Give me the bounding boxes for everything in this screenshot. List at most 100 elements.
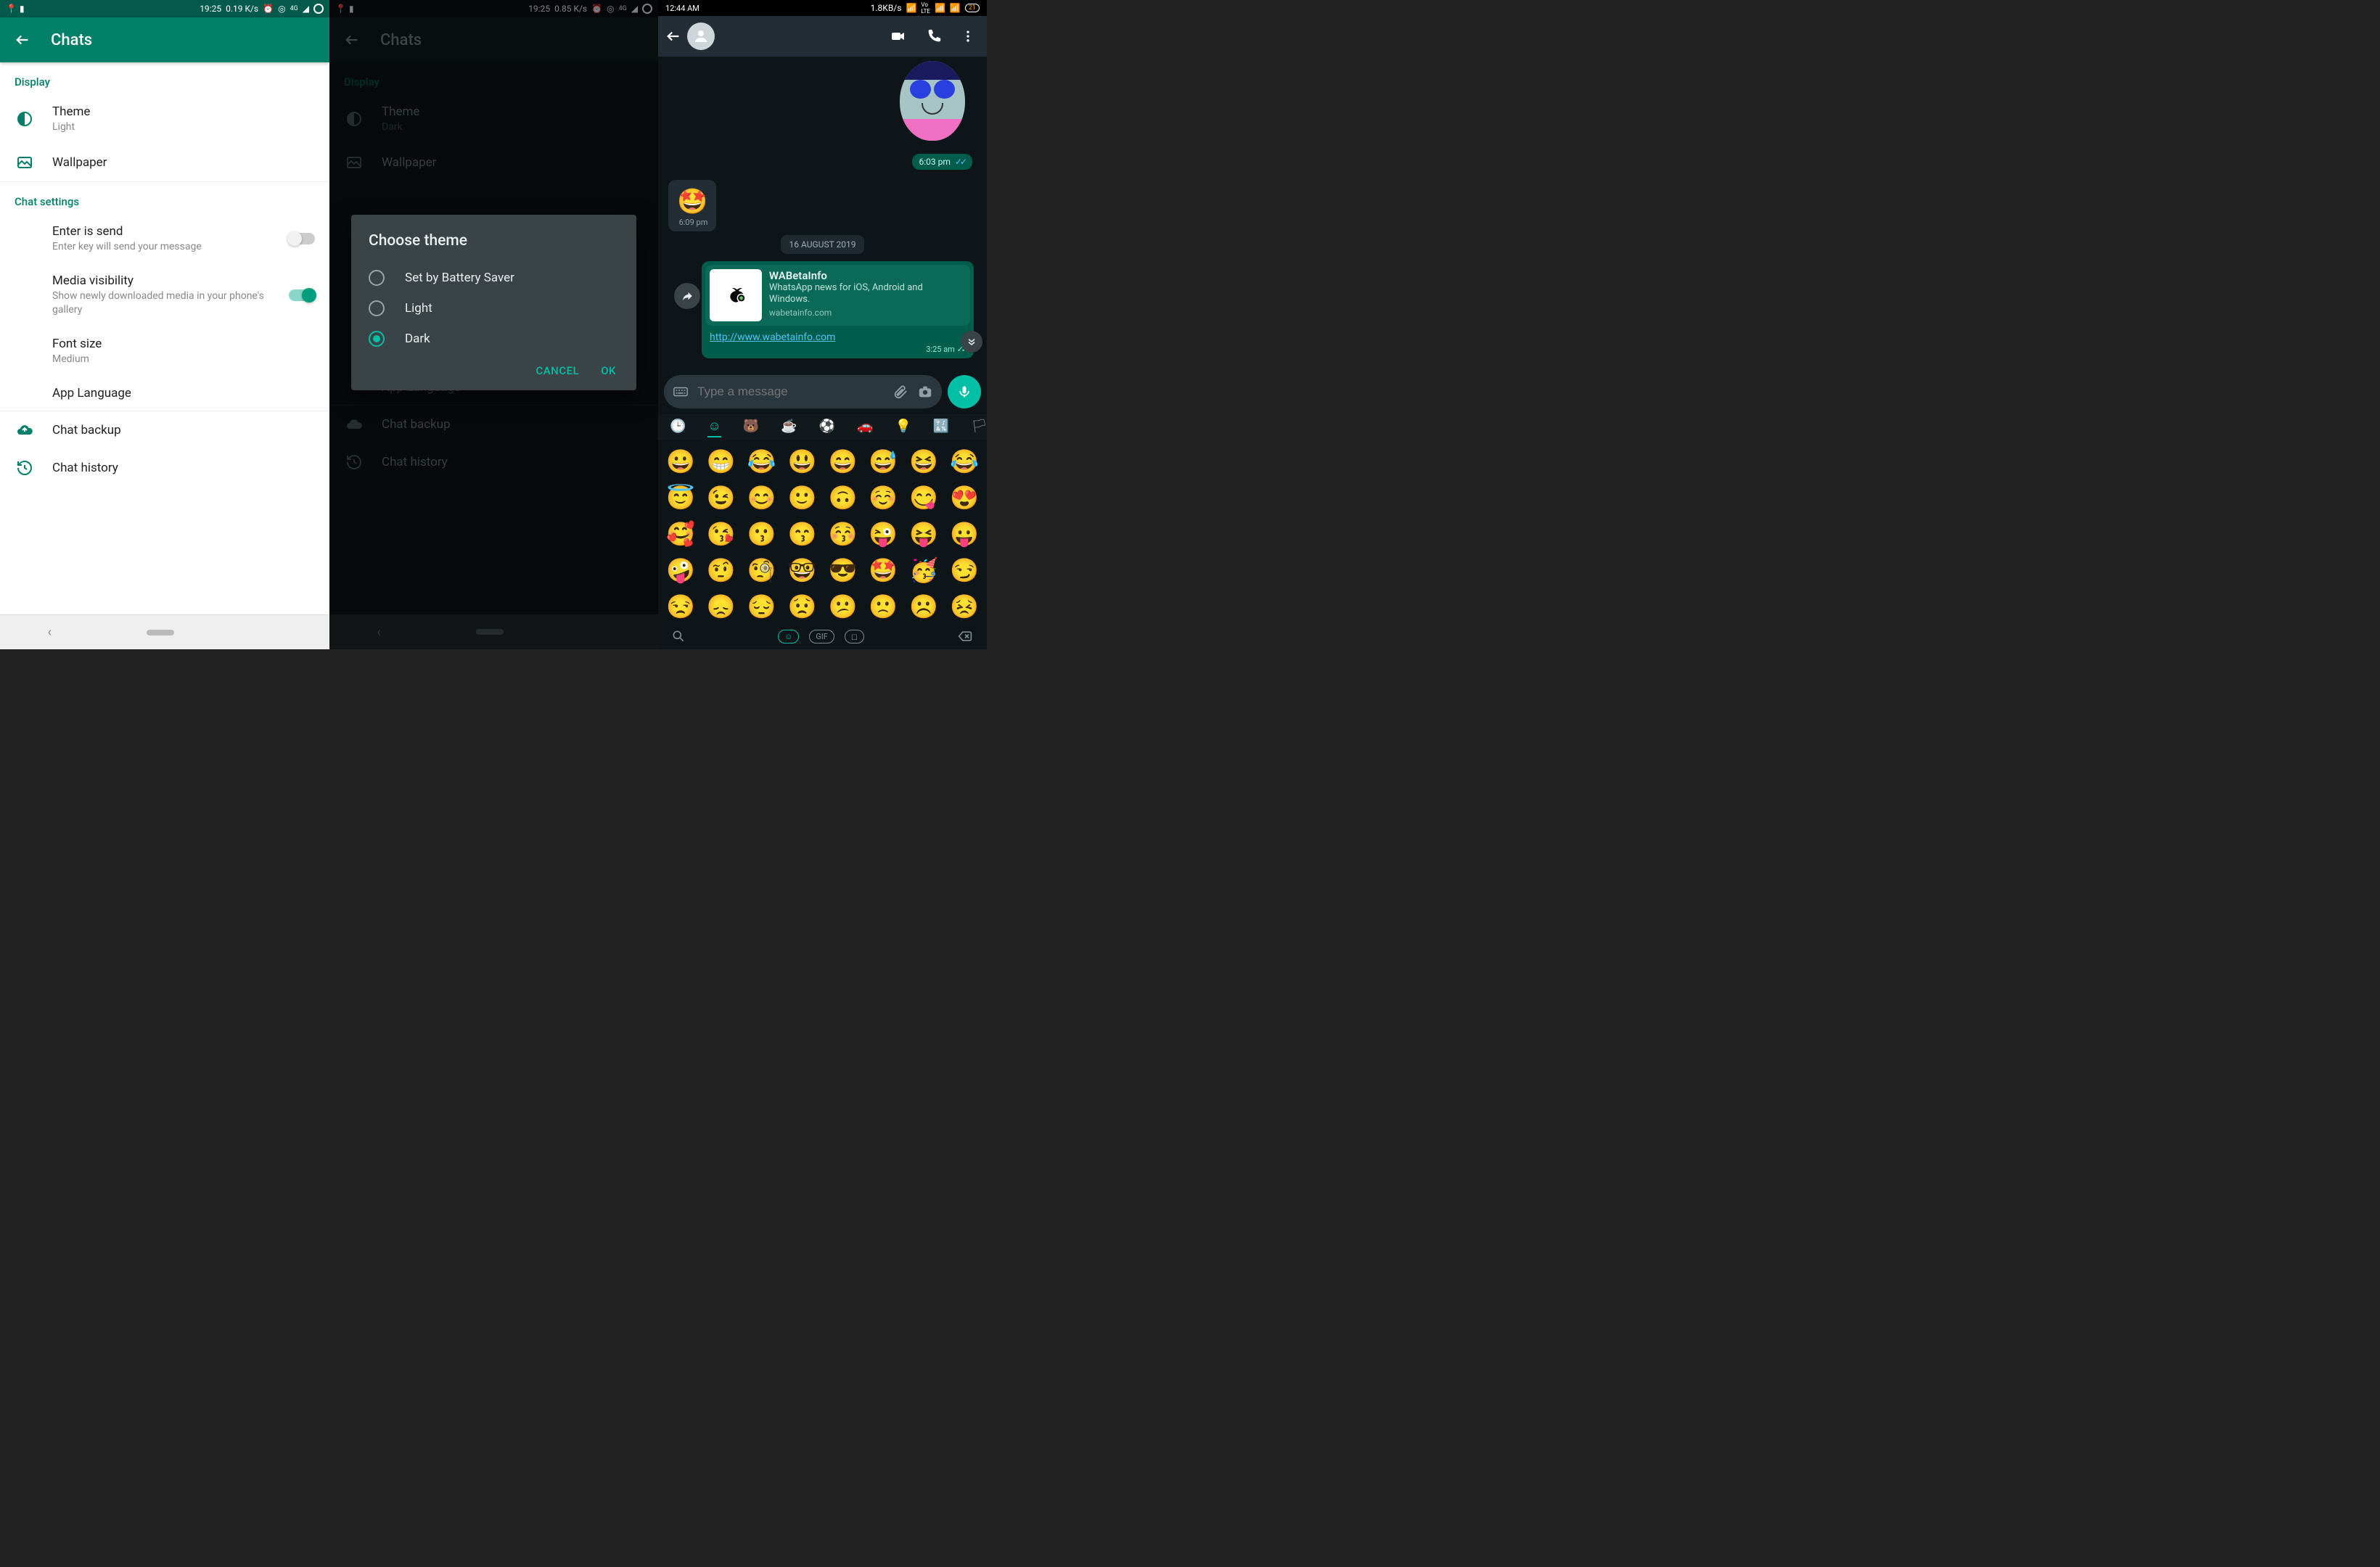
- gif-mode-button[interactable]: GIF: [809, 630, 834, 643]
- emoji-item[interactable]: 😝: [908, 520, 939, 548]
- tab-symbols-icon[interactable]: 🔣: [933, 419, 949, 437]
- location-icon: 📍: [6, 4, 17, 14]
- chat-history-row[interactable]: Chat history: [0, 449, 329, 487]
- message-input[interactable]: [697, 384, 884, 399]
- radio-icon[interactable]: [369, 270, 385, 286]
- tab-objects-icon[interactable]: 💡: [895, 419, 911, 437]
- forward-icon[interactable]: [674, 283, 700, 309]
- emoji-item[interactable]: 😂: [747, 448, 777, 475]
- nav-home-pill[interactable]: [147, 630, 174, 636]
- emoji-item[interactable]: 😍: [949, 484, 980, 511]
- nav-back-icon[interactable]: ‹: [48, 625, 52, 640]
- app-language-row[interactable]: App Language: [0, 376, 329, 411]
- ok-button[interactable]: OK: [601, 364, 616, 377]
- emoji-grid: 😀 😁 😂 😃 😄 😅 😆 😂 😇 😉 😊 🙂 🙃 ☺️ 😋 😍 🥰 😘 😗 😙 😚 😜 😝 😛 🤪 🤨 🧐 🤓 😎 🤩 🥳 😏 😒 😞 😔 😟 😕 🙁 ☹…: [658, 440, 987, 623]
- signal-icon: 📶: [935, 3, 945, 13]
- search-icon[interactable]: [671, 629, 686, 643]
- tab-smileys-icon[interactable]: ☺: [707, 419, 721, 437]
- enter-is-send-row[interactable]: Enter is send Enter key will send your m…: [0, 214, 329, 263]
- mic-button[interactable]: [948, 375, 981, 408]
- link-preview[interactable]: WABetaInfo WhatsApp news for iOS, Androi…: [705, 265, 970, 326]
- emoji-item[interactable]: 😄: [828, 448, 858, 475]
- circle-icon: [313, 4, 324, 14]
- incoming-message[interactable]: 🤩 6:09 pm: [668, 180, 716, 231]
- emoji-item[interactable]: 😂: [949, 448, 980, 475]
- emoji-item[interactable]: 🤩: [868, 556, 898, 584]
- emoji-mode-button[interactable]: ☺: [778, 630, 799, 643]
- more-icon[interactable]: [961, 28, 975, 45]
- back-icon[interactable]: [665, 28, 681, 44]
- emoji-item[interactable]: 😁: [706, 448, 736, 475]
- emoji-item[interactable]: 😘: [706, 520, 736, 548]
- emoji-item[interactable]: 🥰: [665, 520, 696, 548]
- wallpaper-row[interactable]: Wallpaper: [0, 144, 329, 181]
- emoji-item[interactable]: 🤪: [665, 556, 696, 584]
- attach-icon[interactable]: [892, 384, 908, 400]
- emoji-item[interactable]: 😕: [828, 593, 858, 620]
- backspace-icon[interactable]: [956, 629, 974, 643]
- emoji-item[interactable]: 😅: [868, 448, 898, 475]
- sticker-mode-button[interactable]: ◻: [845, 630, 864, 643]
- emoji-item[interactable]: 🤨: [706, 556, 736, 584]
- emoji-item[interactable]: ☹️: [908, 593, 939, 620]
- emoji-item[interactable]: 😋: [908, 484, 939, 511]
- radio-icon[interactable]: [369, 300, 385, 316]
- chat-body[interactable]: 6:03 pm ✓✓ 🤩 6:09 pm 16 AUGUST 2019 WABe…: [658, 57, 987, 369]
- voice-call-icon[interactable]: [926, 28, 942, 45]
- link-message[interactable]: WABetaInfo WhatsApp news for iOS, Androi…: [702, 261, 974, 358]
- emoji-item[interactable]: 😇: [665, 484, 696, 511]
- avatar[interactable]: [687, 22, 715, 50]
- emoji-item[interactable]: 😉: [706, 484, 736, 511]
- emoji-item[interactable]: 🤓: [787, 556, 818, 584]
- camera-icon[interactable]: [917, 384, 933, 400]
- cancel-button[interactable]: CANCEL: [536, 364, 579, 377]
- read-ticks-icon: ✓✓: [955, 157, 965, 167]
- emoji-item[interactable]: 😏: [949, 556, 980, 584]
- tab-animals-icon[interactable]: 🐻: [743, 419, 759, 437]
- emoji-item[interactable]: 😀: [665, 448, 696, 475]
- emoji-item[interactable]: 🙃: [828, 484, 858, 511]
- radio-icon[interactable]: [369, 331, 385, 347]
- tab-travel-icon[interactable]: 🚗: [857, 419, 873, 437]
- emoji-item[interactable]: 😊: [747, 484, 777, 511]
- emoji-item[interactable]: 😟: [787, 593, 818, 620]
- media-visibility-row[interactable]: Media visibility Show newly downloaded m…: [0, 263, 329, 326]
- sticker-message[interactable]: [892, 61, 972, 155]
- font-size-row[interactable]: Font size Medium: [0, 326, 329, 376]
- emoji-item[interactable]: ☺️: [868, 484, 898, 511]
- emoji-item[interactable]: 🙁: [868, 593, 898, 620]
- video-call-icon[interactable]: [890, 28, 907, 45]
- tab-flags-icon[interactable]: 🏳: [971, 419, 987, 437]
- tab-recent-icon[interactable]: 🕒: [670, 419, 686, 437]
- scroll-down-icon[interactable]: [961, 331, 982, 353]
- emoji-item[interactable]: 😒: [665, 593, 696, 620]
- theme-row[interactable]: Theme Light: [0, 94, 329, 144]
- emoji-item[interactable]: 😞: [706, 593, 736, 620]
- emoji-item[interactable]: 😜: [868, 520, 898, 548]
- emoji-item[interactable]: 😔: [747, 593, 777, 620]
- link-url[interactable]: http://www.wabetainfo.com: [705, 326, 970, 345]
- emoji-item[interactable]: 🥳: [908, 556, 939, 584]
- emoji-item[interactable]: 😎: [828, 556, 858, 584]
- emoji-item[interactable]: 🧐: [747, 556, 777, 584]
- theme-option-dark[interactable]: Dark: [369, 324, 619, 354]
- emoji-item[interactable]: 😛: [949, 520, 980, 548]
- theme-option-battery-saver[interactable]: Set by Battery Saver: [369, 263, 619, 293]
- chat-backup-row[interactable]: Chat backup: [0, 411, 329, 449]
- back-icon[interactable]: [15, 32, 30, 48]
- emoji-item[interactable]: 😃: [787, 448, 818, 475]
- emoji-item[interactable]: 😚: [828, 520, 858, 548]
- tab-food-icon[interactable]: ☕: [781, 419, 797, 437]
- input-pill[interactable]: [664, 375, 942, 408]
- signal-icon: ◢: [303, 4, 309, 14]
- emoji-item[interactable]: 😆: [908, 448, 939, 475]
- emoji-item[interactable]: 😗: [747, 520, 777, 548]
- emoji-item[interactable]: 😣: [949, 593, 980, 620]
- theme-option-light[interactable]: Light: [369, 293, 619, 324]
- emoji-item[interactable]: 🙂: [787, 484, 818, 511]
- media-toggle[interactable]: [289, 289, 315, 301]
- keyboard-icon[interactable]: [673, 384, 689, 400]
- emoji-item[interactable]: 😙: [787, 520, 818, 548]
- tab-activity-icon[interactable]: ⚽: [819, 419, 835, 437]
- enter-send-toggle[interactable]: [289, 233, 315, 244]
